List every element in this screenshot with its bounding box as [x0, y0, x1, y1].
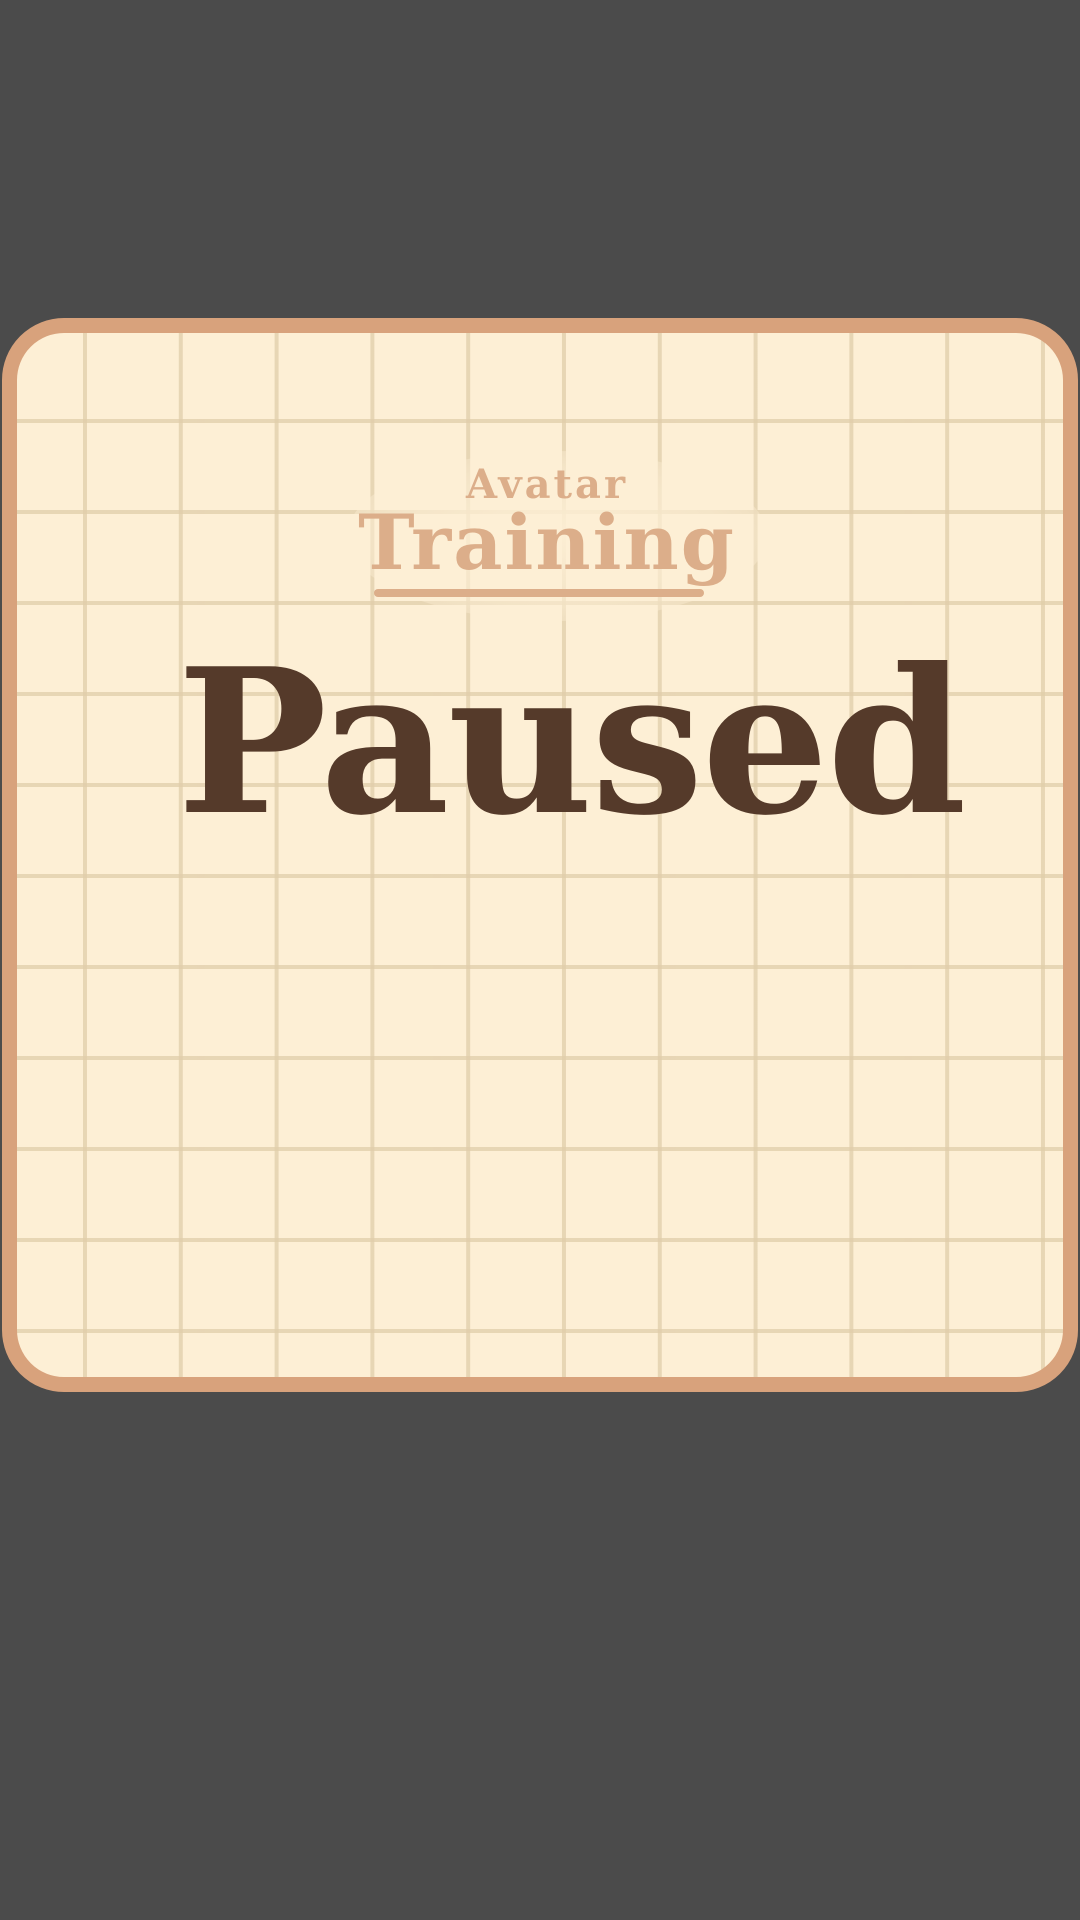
game-logo: Avatar Training: [347, 463, 747, 583]
logo-line-training: Training: [358, 498, 736, 587]
pause-panel: Avatar Training Paused: [2, 318, 1078, 1392]
pause-screen: Avatar Training Paused: [0, 0, 1080, 1920]
paused-label: Paused: [177, 625, 967, 860]
logo-underline-stroke: [374, 589, 704, 597]
